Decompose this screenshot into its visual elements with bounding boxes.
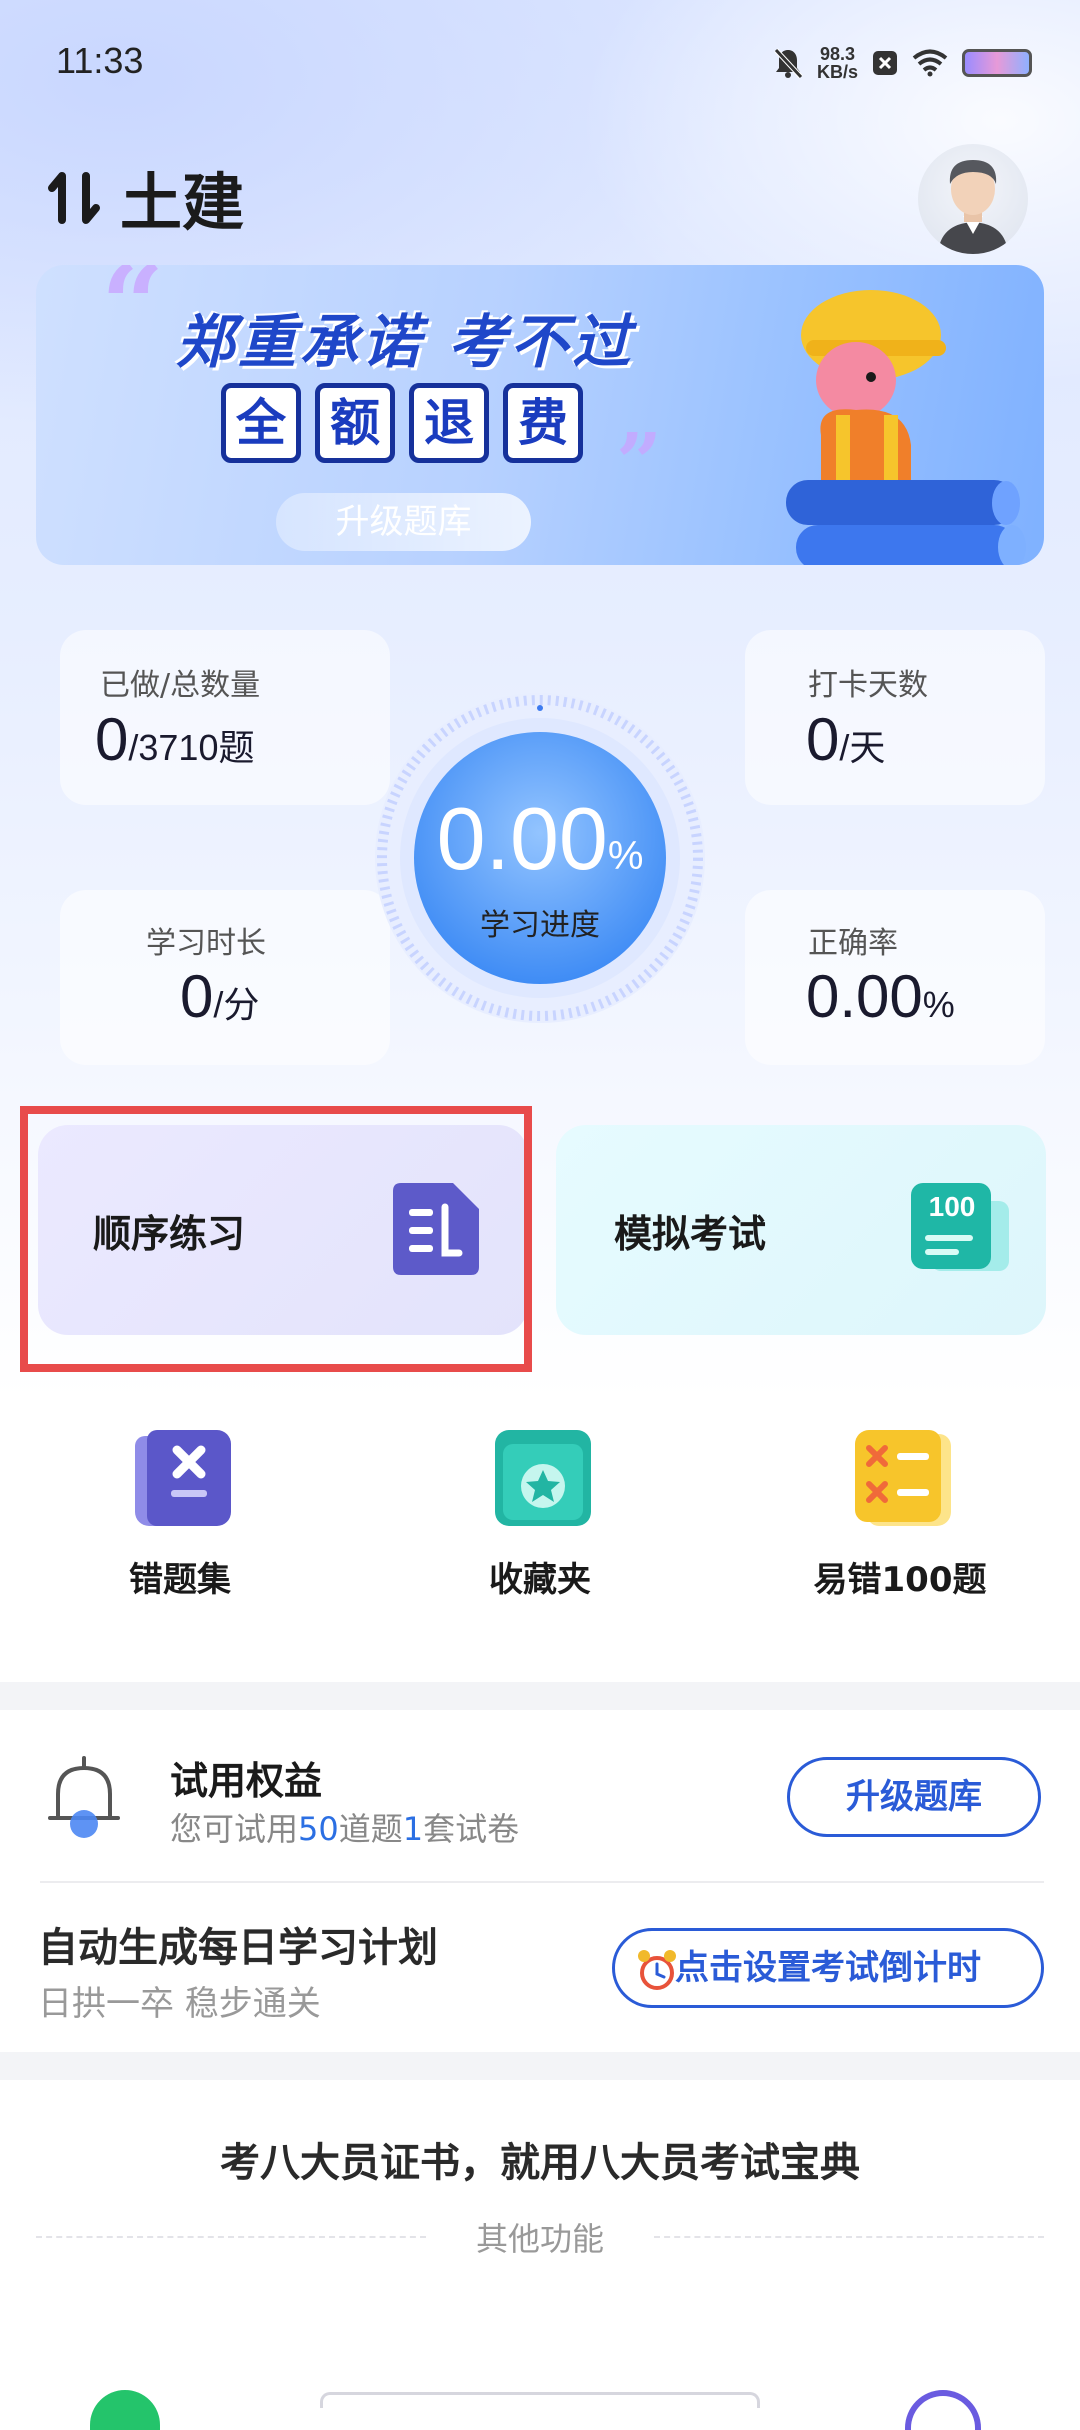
header: 土建	[0, 130, 1080, 260]
wrong-book-icon	[135, 1430, 231, 1526]
quick-link-label: 易错100题	[813, 1560, 987, 1600]
trial-subtitle: 您可试用50道题1套试卷	[170, 1804, 519, 1850]
status-icons: 98.3 KB/s	[773, 38, 1032, 88]
user-avatar-icon	[938, 160, 1008, 254]
accuracy-unit: %	[922, 984, 955, 1025]
banner-title: 郑重承诺 考不过	[176, 308, 635, 376]
net-speed-value: 98.3	[819, 44, 856, 64]
study-time-value: 0/分	[180, 962, 259, 1031]
promo-slogan: 考八大员证书，就用八大员考试宝典	[220, 2140, 860, 2186]
daily-plan-title: 自动生成每日学习计划	[38, 1925, 438, 1971]
mock-exam-card[interactable]: 模拟考试 100	[556, 1125, 1046, 1335]
mock-exam-100-text: 100	[928, 1191, 976, 1222]
divider	[654, 2236, 1044, 2238]
done-count-number: 0	[95, 706, 129, 773]
quick-link-wrong-book[interactable]: 错题集	[50, 1430, 310, 1600]
favorites-icon	[495, 1430, 591, 1526]
exam-countdown-label: 点击设置考试倒计时	[675, 1948, 981, 1988]
checkin-days-card	[745, 630, 1045, 805]
study-stats: 已做/总数量 0/3710题 打卡天数 0/天 学习时长 0/分 正确率 0.0…	[0, 620, 1080, 1080]
error-prone-icon	[855, 1430, 951, 1526]
close-quote-icon: ”	[616, 415, 663, 509]
avatar[interactable]	[918, 144, 1028, 254]
accuracy-label: 正确率	[808, 926, 898, 961]
daily-plan-subtitle: 日拱一卒 稳步通关	[38, 1984, 321, 2024]
bell-icon	[48, 1756, 120, 1838]
section-separator	[0, 2052, 1080, 2080]
divider	[40, 1881, 1044, 1883]
banner-char: 费	[503, 383, 583, 463]
upgrade-bank-button[interactable]: 升级题库	[787, 1757, 1041, 1837]
mute-bell-icon	[774, 48, 803, 79]
battery-icon	[962, 49, 1032, 77]
promo-banner[interactable]: “ ” 郑重承诺 考不过 全 额 退 费 升级题库	[36, 265, 1044, 565]
checkin-days-number: 0	[806, 706, 840, 773]
feature-icon-partial[interactable]	[905, 2390, 981, 2430]
banner-upgrade-button[interactable]: 升级题库	[276, 493, 531, 551]
checkin-days-value: 0/天	[806, 705, 885, 774]
status-bar: 11:33 98.3 KB/s	[0, 0, 1080, 125]
banner-char: 全	[221, 383, 301, 463]
net-speed-unit: KB/s	[816, 62, 858, 82]
quick-link-favorites[interactable]: 收藏夹	[410, 1430, 670, 1600]
status-time: 11:33	[56, 40, 144, 81]
trial-questions-count: 50	[298, 1810, 339, 1848]
study-time-number: 0	[180, 963, 214, 1030]
trial-sub-mid: 道题	[338, 1810, 403, 1848]
study-time-unit: /分	[213, 984, 260, 1025]
checkin-days-unit: /天	[839, 727, 886, 768]
progress-ring: 0.00% 学习进度	[370, 688, 710, 1028]
feature-icon-partial[interactable]	[90, 2390, 160, 2430]
done-count-label: 已做/总数量	[100, 668, 261, 703]
trial-title: 试用权益	[170, 1759, 323, 1803]
category-title[interactable]: 土建	[120, 152, 244, 242]
wifi-icon	[912, 49, 948, 77]
checkin-days-label: 打卡天数	[808, 668, 928, 703]
done-count-unit: /3710题	[128, 727, 255, 768]
progress-unit: %	[607, 834, 644, 878]
close-box-icon	[873, 51, 897, 75]
section-separator	[0, 1682, 1080, 1710]
progress-value: 0.00%	[370, 788, 710, 890]
study-time-label: 学习时长	[146, 926, 266, 961]
trial-papers-count: 1	[402, 1810, 424, 1848]
done-count-value: 0/3710题	[95, 705, 254, 774]
quick-link-error-prone[interactable]: 易错100题	[770, 1430, 1030, 1600]
alarm-clock-icon	[638, 1950, 676, 1990]
accuracy-number: 0.00	[806, 963, 923, 1030]
construction-worker-illustration	[786, 290, 1026, 565]
banner-char: 退	[409, 383, 489, 463]
selection-highlight	[20, 1106, 532, 1372]
other-functions-heading: 其他功能	[0, 2214, 1080, 2258]
mock-exam-label: 模拟考试	[614, 1212, 767, 1256]
trial-benefits-section: 试用权益 您可试用50道题1套试卷 升级题库	[0, 1712, 1080, 1882]
quick-link-label: 错题集	[129, 1560, 231, 1600]
quick-link-label: 收藏夹	[489, 1560, 591, 1600]
banner-refund-boxes: 全 额 退 费	[221, 383, 583, 463]
open-quote-icon: “	[101, 265, 165, 369]
trial-sub-prefix: 您可试用	[170, 1810, 299, 1848]
switch-category-icon[interactable]	[46, 168, 104, 228]
banner-char: 额	[315, 383, 395, 463]
accuracy-value: 0.00%	[806, 962, 955, 1031]
net-speed: 98.3 KB/s	[817, 45, 858, 81]
feature-icon-partial[interactable]	[320, 2392, 760, 2408]
progress-number: 0.00	[436, 789, 608, 888]
progress-label: 学习进度	[480, 908, 600, 943]
trial-sub-suffix: 套试卷	[423, 1810, 520, 1848]
exam-countdown-button[interactable]: 点击设置考试倒计时	[612, 1928, 1044, 2008]
